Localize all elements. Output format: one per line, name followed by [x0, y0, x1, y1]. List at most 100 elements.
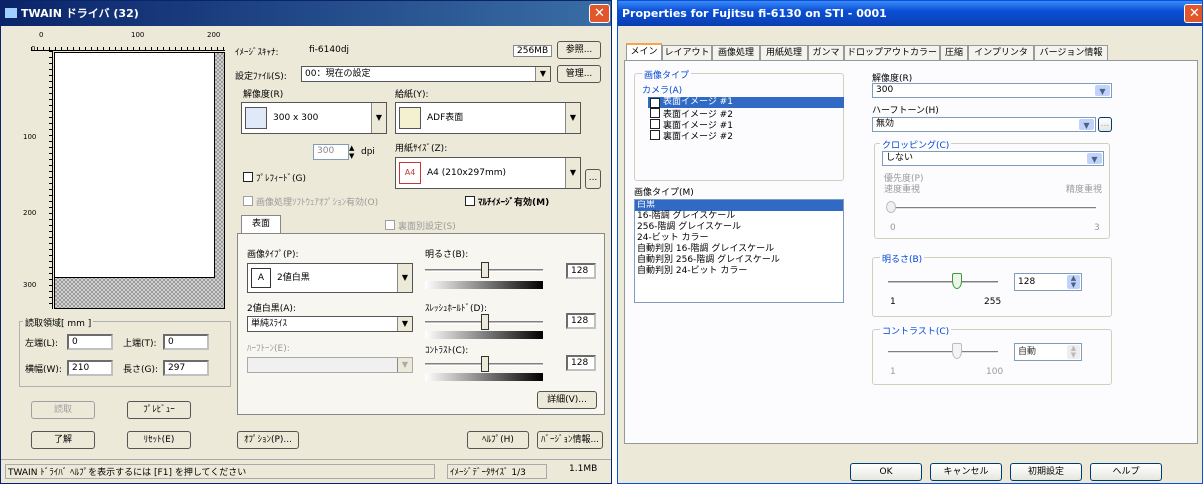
image-type-label: 画像ﾀｲﾌﾟ(P):: [247, 250, 299, 260]
tab-version[interactable]: バージョン情報: [1034, 45, 1108, 60]
width-input[interactable]: 210: [67, 360, 113, 376]
spinner-arrows-icon[interactable]: ▲ ▼: [1067, 345, 1080, 359]
preview-area[interactable]: [54, 52, 225, 309]
brightness-slider-thumb[interactable]: [481, 262, 489, 278]
chevron-down-icon: ▼: [565, 158, 580, 188]
priority-max: 3: [1094, 223, 1100, 233]
detail-button[interactable]: 詳細(V)...: [537, 391, 597, 409]
help-button[interactable]: ヘルプ: [1090, 463, 1162, 481]
camera-item-back-2[interactable]: 裏面イメージ #2: [648, 130, 844, 142]
tab-compression[interactable]: 圧縮: [940, 45, 968, 60]
resolution-combo[interactable]: 300 x 300 ▼: [241, 102, 387, 134]
tab-imprinter[interactable]: インプリンタ: [968, 45, 1034, 60]
chevron-down-icon: ▼: [397, 317, 412, 331]
image-type-item[interactable]: 16-階調 グレイスケール: [635, 211, 843, 222]
custom-dpi-input[interactable]: 300: [313, 144, 349, 160]
left-input[interactable]: 0: [67, 334, 113, 350]
contrast-value: 自動: [1018, 347, 1037, 357]
twain-title-bar[interactable]: TWAIN ドライバ (32): [1, 1, 611, 26]
halftone-combo[interactable]: 無効 ▼: [872, 117, 1096, 132]
contrast-slider-track[interactable]: [888, 351, 998, 354]
multi-image-checkbox[interactable]: ﾏﾙﾁｲﾒｰｼﾞ有効(M): [465, 195, 549, 208]
manage-button[interactable]: 管理...: [557, 65, 601, 83]
accuracy-label: 精度重視: [1066, 185, 1103, 195]
resolution-combo[interactable]: 300 ▼: [872, 83, 1112, 98]
browse-button[interactable]: 参照...: [557, 41, 601, 59]
scan-button[interactable]: 読取: [31, 401, 95, 419]
properties-title-bar[interactable]: Properties for Fujitsu fi-6130 on STI - …: [618, 1, 1202, 26]
brightness-value[interactable]: 128: [566, 263, 596, 279]
camera-item-back-1[interactable]: 裏面イメージ #1: [648, 119, 844, 131]
binary-combo[interactable]: 単純ｽﾗｲｽ ▼: [247, 316, 413, 332]
paper-size-combo[interactable]: A4 A4 (210x297mm) ▼: [395, 157, 581, 189]
twain-close-button[interactable]: ✕: [589, 4, 610, 23]
image-type-item[interactable]: 自動判別 24-ビット カラー: [635, 266, 843, 277]
dpi-spinner-icon[interactable]: ▲ ▼: [349, 144, 354, 160]
tab-main[interactable]: メイン: [626, 43, 662, 60]
back-setting-label: 裏面別設定(S): [398, 222, 456, 232]
cropping-combo[interactable]: しない ▼: [882, 151, 1104, 166]
scanner-label: ｲﾒｰｼﾞｽｷｬﾅ:: [235, 48, 279, 58]
brightness-slider-thumb[interactable]: [952, 273, 962, 289]
version-button[interactable]: ﾊﾞｰｼﾞｮﾝ情報...: [537, 431, 603, 449]
chevron-down-icon: ▼: [1095, 85, 1110, 96]
threshold-value[interactable]: 128: [566, 313, 596, 329]
back-setting-checkbox[interactable]: 裏面別設定(S): [385, 219, 456, 232]
scanner-icon: [245, 106, 267, 129]
tab-dropout-color[interactable]: ドロップアウトカラー: [844, 45, 940, 60]
brightness-slider-track[interactable]: [888, 281, 998, 284]
contrast-slider-thumb[interactable]: [481, 356, 489, 372]
checkbox-icon: [243, 196, 253, 206]
height-input[interactable]: 297: [163, 360, 209, 376]
priority-min: 0: [890, 223, 896, 233]
properties-title: Properties for Fujitsu fi-6130 on STI - …: [622, 7, 887, 20]
adf-icon: [399, 106, 421, 129]
image-type-combo[interactable]: A 2値白黒 ▼: [247, 263, 413, 293]
software-option-checkbox[interactable]: 画像処理ｿﾌﾄｳｪｱｵﾌﾟｼｮﾝ有効(O): [243, 195, 378, 208]
halftone-value: 無効: [876, 119, 895, 129]
tab-gamma[interactable]: ガンマ: [808, 45, 844, 60]
help-button[interactable]: ﾍﾙﾌﾟ(H): [467, 431, 529, 449]
image-type-list[interactable]: 白黒 16-階調 グレイスケール 256-階調 グレイスケール 24-ビット カ…: [634, 199, 844, 303]
properties-close-button[interactable]: ✕: [1184, 4, 1202, 23]
paper-more-button[interactable]: ...: [585, 169, 601, 189]
reset-button[interactable]: ﾘｾｯﾄ(E): [127, 431, 191, 449]
source-label: 給紙(Y):: [395, 90, 429, 100]
halftone-combo[interactable]: ▼: [247, 357, 413, 373]
tab-main-label: メイン: [630, 47, 658, 57]
cancel-button[interactable]: キャンセル: [930, 463, 1002, 481]
contrast-slider-thumb[interactable]: [952, 343, 962, 359]
option-button[interactable]: ｵﾌﾟｼｮﾝ(P)...: [237, 431, 299, 449]
prefeed-checkbox[interactable]: ﾌﾟﾚﾌｨｰﾄﾞ(G): [243, 171, 306, 184]
camera-item-front-1[interactable]: ✓ 表面イメージ #1: [648, 97, 844, 108]
source-combo[interactable]: ADF表面 ▼: [395, 102, 581, 134]
image-type-item[interactable]: 256-階調 グレイスケール: [635, 222, 843, 233]
checkbox-icon: [243, 172, 253, 182]
tab-layout[interactable]: レイアウト: [662, 45, 712, 60]
priority-slider-thumb[interactable]: [886, 201, 896, 213]
ok-button[interactable]: 了解: [31, 431, 95, 449]
image-type-item[interactable]: 自動判別 16-階調 グレイスケール: [635, 244, 843, 255]
image-type-item[interactable]: 白黒: [635, 200, 843, 211]
halftone-more-button[interactable]: ...: [1098, 117, 1112, 132]
front-tab[interactable]: 表面: [241, 215, 281, 233]
default-button[interactable]: 初期設定: [1010, 463, 1082, 481]
top-input[interactable]: 0: [163, 334, 209, 350]
camera-list[interactable]: ✓ 表面イメージ #1 表面イメージ #2 裏面イメージ #1 裏面イメージ #2: [648, 97, 844, 167]
contrast-spinner[interactable]: 自動 ▲ ▼: [1014, 343, 1082, 361]
image-type-item[interactable]: 自動判別 256-階調 グレイスケール: [635, 255, 843, 266]
ok-button[interactable]: OK: [850, 463, 922, 481]
tab-paper-handling[interactable]: 用紙処理: [760, 45, 808, 60]
priority-slider-track[interactable]: [890, 207, 1096, 210]
camera-item-front-2[interactable]: 表面イメージ #2: [648, 108, 844, 120]
image-type-item[interactable]: 24-ビット カラー: [635, 233, 843, 244]
halftone-label: ハーフトーン(H): [872, 106, 939, 116]
chevron-down-icon: ▼: [397, 358, 412, 372]
threshold-slider-thumb[interactable]: [481, 314, 489, 330]
tab-image-processing[interactable]: 画像処理: [712, 45, 760, 60]
spinner-arrows-icon[interactable]: ▲ ▼: [1067, 275, 1080, 289]
contrast-value[interactable]: 128: [566, 355, 596, 371]
preview-button[interactable]: ﾌﾟﾚﾋﾞｭｰ: [127, 401, 191, 419]
brightness-spinner[interactable]: 128 ▲ ▼: [1014, 273, 1082, 291]
settings-file-combo[interactable]: 00：現在の設定 ▼: [301, 66, 551, 82]
